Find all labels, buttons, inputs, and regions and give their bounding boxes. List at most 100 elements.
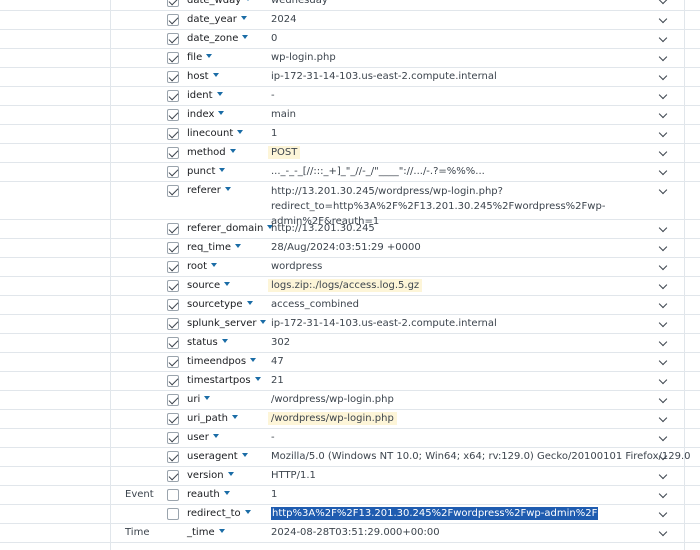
field-value[interactable]: ip-172-31-14-103.us-east-2.compute.inter… [271,318,497,329]
chevron-down-icon[interactable] [658,52,668,62]
field-checkbox[interactable] [167,166,179,178]
field-checkbox[interactable] [167,508,179,520]
field-checkbox[interactable] [167,0,179,7]
field-value[interactable]: main [271,109,296,120]
field-checkbox[interactable] [167,470,179,482]
field-value[interactable]: 47 [271,356,284,367]
chevron-down-icon[interactable] [658,223,668,233]
chevron-down-icon[interactable] [658,185,668,195]
field-name-dropdown[interactable]: method [187,147,236,158]
field-checkbox[interactable] [167,337,179,349]
field-name-dropdown[interactable]: timestartpos [187,375,261,386]
field-value[interactable]: - [271,432,275,443]
field-checkbox[interactable] [167,261,179,273]
field-checkbox[interactable] [167,318,179,330]
field-checkbox[interactable] [167,394,179,406]
field-value[interactable]: /wordpress/wp-login.php [268,412,397,425]
chevron-down-icon[interactable] [658,261,668,271]
field-checkbox[interactable] [167,71,179,83]
field-value[interactable]: 1 [271,489,277,500]
field-value[interactable]: 28/Aug/2024:03:51:29 +0000 [271,242,421,253]
field-name-dropdown[interactable]: date_zone [187,33,249,44]
field-checkbox[interactable] [167,185,179,197]
field-value[interactable]: /wordpress/wp-login.php [271,394,394,405]
chevron-down-icon[interactable] [658,0,668,5]
field-name-dropdown[interactable]: date_year [187,14,247,25]
chevron-down-icon[interactable] [658,14,668,24]
field-checkbox[interactable] [167,280,179,292]
chevron-down-icon[interactable] [658,299,668,309]
field-name-dropdown[interactable]: punct [187,166,226,177]
field-value[interactable]: 21 [271,375,284,386]
chevron-down-icon[interactable] [658,90,668,100]
chevron-down-icon[interactable] [658,33,668,43]
field-checkbox[interactable] [167,52,179,64]
chevron-down-icon[interactable] [658,71,668,81]
chevron-down-icon[interactable] [658,128,668,138]
field-value[interactable]: access_combined [271,299,359,310]
field-value[interactable]: wordpress [271,261,322,272]
field-name-dropdown[interactable]: redirect_to [187,508,251,519]
field-name-dropdown[interactable]: file [187,52,213,63]
field-name-dropdown[interactable]: referer [187,185,231,196]
field-name-dropdown[interactable]: reauth [187,489,230,500]
field-name-dropdown[interactable]: splunk_server [187,318,267,329]
field-checkbox[interactable] [167,90,179,102]
field-value[interactable]: wp-login.php [271,52,336,63]
field-name-dropdown[interactable]: timeendpos [187,356,257,367]
field-checkbox[interactable] [167,413,179,425]
field-value[interactable]: HTTP/1.1 [271,470,316,481]
field-name-dropdown[interactable]: ident [187,90,223,101]
field-name-dropdown[interactable]: status [187,337,228,348]
chevron-down-icon[interactable] [658,527,668,537]
chevron-down-icon[interactable] [658,413,668,423]
field-name-dropdown[interactable]: source [187,280,231,291]
field-name-dropdown[interactable]: useragent [187,451,248,462]
field-checkbox[interactable] [167,451,179,463]
field-value[interactable]: 1 [271,128,277,139]
field-value[interactable]: - [271,90,275,101]
field-checkbox[interactable] [167,432,179,444]
chevron-down-icon[interactable] [658,242,668,252]
field-value[interactable]: 302 [271,337,290,348]
field-name-dropdown[interactable]: version [187,470,234,481]
chevron-down-icon[interactable] [658,318,668,328]
chevron-down-icon[interactable] [658,508,668,518]
field-value[interactable]: 0 [271,33,277,44]
chevron-down-icon[interactable] [658,166,668,176]
field-name-dropdown[interactable]: req_time [187,242,241,253]
chevron-down-icon[interactable] [658,356,668,366]
chevron-down-icon[interactable] [658,147,668,157]
chevron-down-icon[interactable] [658,432,668,442]
field-value[interactable]: wednesday [271,0,328,6]
field-value[interactable]: 2024-08-28T03:51:29.000+00:00 [271,527,440,538]
chevron-down-icon[interactable] [658,337,668,347]
field-value[interactable]: POST [268,146,301,159]
field-name-dropdown[interactable]: uri_path [187,413,238,424]
chevron-down-icon[interactable] [658,489,668,499]
field-value[interactable]: Mozilla/5.0 (Windows NT 10.0; Win64; x64… [271,451,691,462]
field-value[interactable]: ..._-_-_[//:::_+]_"_//-_/"____"://.../-.… [271,166,485,177]
field-checkbox[interactable] [167,356,179,368]
field-name-dropdown[interactable]: linecount [187,128,244,139]
field-name-dropdown[interactable]: uri [187,394,211,405]
field-checkbox[interactable] [167,14,179,26]
field-checkbox[interactable] [167,489,179,501]
field-name-dropdown[interactable]: sourcetype [187,299,253,310]
field-checkbox[interactable] [167,223,179,235]
chevron-down-icon[interactable] [658,470,668,480]
field-name-dropdown[interactable]: _time [187,527,225,538]
field-name-dropdown[interactable]: host [187,71,219,82]
field-value[interactable]: logs.zip:./logs/access.log.5.gz [268,279,423,292]
field-value[interactable]: 2024 [271,14,296,25]
field-checkbox[interactable] [167,147,179,159]
field-checkbox[interactable] [167,33,179,45]
field-value[interactable]: ip-172-31-14-103.us-east-2.compute.inter… [271,71,497,82]
field-name-dropdown[interactable]: date_wday [187,0,252,6]
field-value[interactable]: http://13.201.30.245 [271,223,375,234]
field-name-dropdown[interactable]: index [187,109,225,120]
field-name-dropdown[interactable]: root [187,261,218,272]
chevron-down-icon[interactable] [658,109,668,119]
field-value[interactable]: http%3A%2F%2F13.201.30.245%2Fwordpress%2… [271,507,599,520]
field-checkbox[interactable] [167,109,179,121]
